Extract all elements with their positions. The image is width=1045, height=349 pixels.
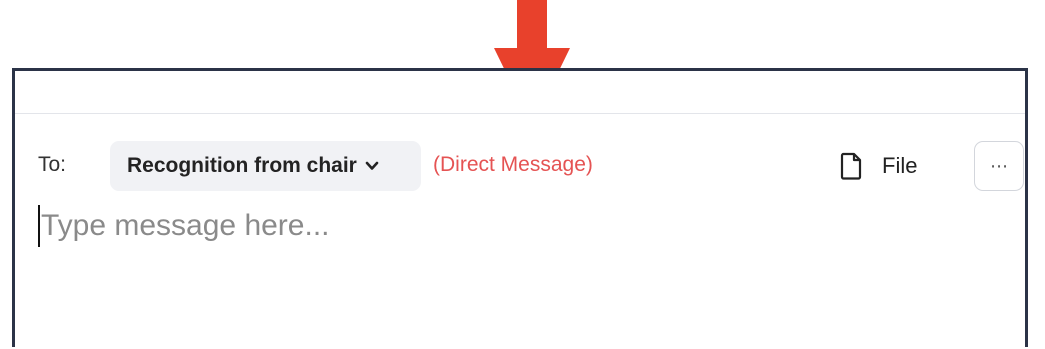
- more-options-button[interactable]: ⋯: [974, 141, 1024, 191]
- to-label: To:: [38, 153, 67, 176]
- chevron-down-icon: [365, 161, 379, 170]
- recipient-dropdown[interactable]: Recognition from chair: [110, 141, 421, 191]
- cropped-heading-fragment: [0, 0, 13, 24]
- file-label: File: [882, 153, 918, 178]
- panel-divider: [15, 113, 1025, 114]
- text-caret: [38, 205, 40, 247]
- message-input[interactable]: [37, 202, 1001, 250]
- file-button[interactable]: File: [840, 147, 917, 185]
- recipient-row: To: Recognition from chair (Direct Messa…: [38, 141, 1024, 191]
- chat-composer-panel: To: Recognition from chair (Direct Messa…: [12, 68, 1028, 347]
- direct-message-label: (Direct Message): [433, 153, 593, 176]
- recipient-name: Recognition from chair: [127, 154, 357, 177]
- more-options-icon: ⋯: [990, 155, 1008, 176]
- file-icon: [840, 152, 862, 180]
